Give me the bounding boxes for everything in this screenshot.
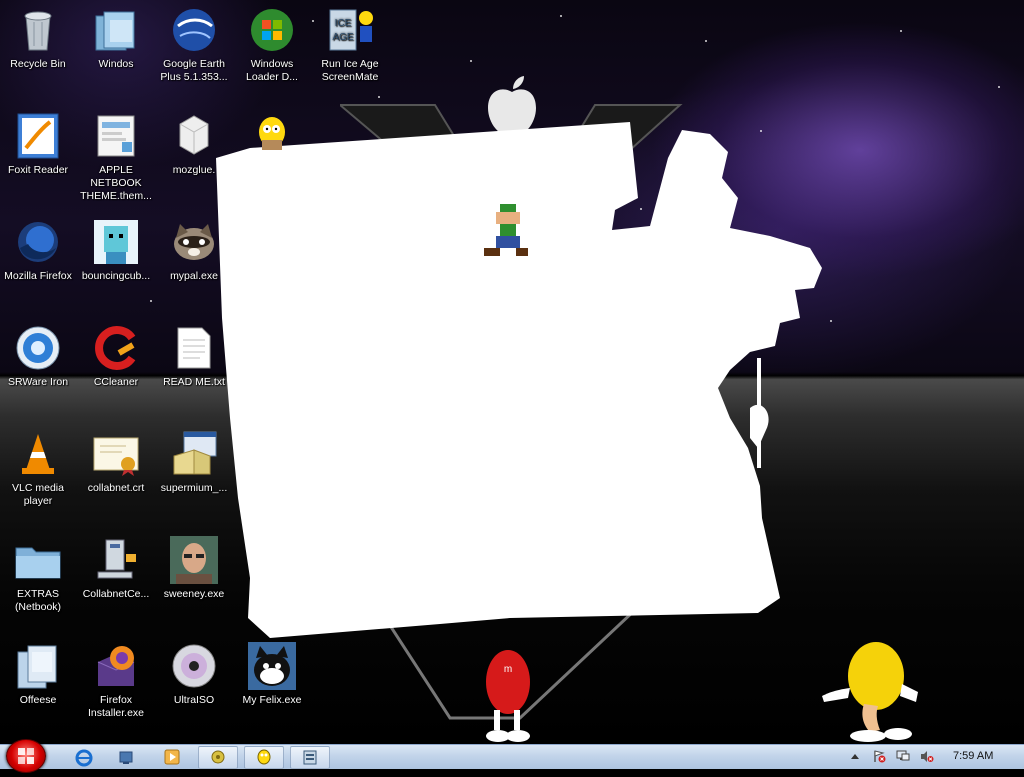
desktop-icon-windows-loader[interactable]: Windows Loader D... — [234, 6, 310, 84]
red-mm-character: m — [486, 650, 530, 742]
show-desktop-icon — [119, 751, 133, 764]
srware-iron-icon — [14, 324, 62, 372]
desktop-icon-extras-netbook[interactable]: EXTRAS (Netbook) — [0, 536, 76, 614]
quick-launch-internet-explorer[interactable] — [64, 746, 104, 769]
vlc-cone-icon — [14, 430, 62, 478]
desktop-icon-my-felix[interactable]: My Felix.exe — [234, 642, 310, 707]
installer-box-icon — [170, 430, 218, 478]
media-player-icon — [164, 749, 180, 765]
documents-icon — [14, 642, 62, 690]
homer-simpson-sprite — [259, 117, 285, 150]
desktop-icon-ccleaner[interactable]: CCleaner — [78, 324, 154, 389]
firefox-icon — [14, 218, 62, 266]
desktop-icon-foxit-reader[interactable]: Foxit Reader — [0, 112, 76, 177]
folder-blue-icon — [14, 536, 62, 584]
recycle-bin-icon — [14, 6, 62, 54]
desktop-icon-mozilla-firefox[interactable]: Mozilla Firefox — [0, 218, 76, 283]
desktop-icon-apple-netbook-theme[interactable]: APPLE NETBOOK THEME.them... — [78, 112, 154, 203]
tray-action-center[interactable] — [872, 750, 886, 763]
luigi-sprite — [484, 204, 528, 256]
internet-explorer-icon — [75, 749, 93, 767]
desktop-icon-ultraiso[interactable]: UltraISO — [156, 642, 232, 707]
show-hidden-arrow-icon — [851, 754, 859, 759]
show-hidden-icons-button[interactable] — [848, 750, 862, 763]
dll-file-icon — [170, 112, 218, 160]
yellow-mm-character — [822, 642, 918, 742]
desktop-icon-readme-txt[interactable]: READ ME.txt — [156, 324, 232, 389]
desktop-icon-vlc[interactable]: VLC media player — [0, 430, 76, 508]
desktop-icon-windos[interactable]: Windos — [78, 6, 154, 71]
taskbar-task-homer[interactable] — [244, 746, 284, 769]
desktop-icon-mypal[interactable]: mypal.exe — [156, 218, 232, 283]
taskbar-task-screenmate[interactable] — [198, 746, 238, 769]
volume-muted-icon — [921, 751, 934, 762]
svg-text:m: m — [504, 664, 512, 675]
quick-launch-media-player[interactable] — [152, 746, 192, 769]
action-center-icon — [874, 750, 886, 763]
desktop-icon-run-ice-age[interactable]: ICE AGE Run Ice Age ScreenMate — [312, 6, 388, 84]
taskbar: 7:59 AM — [0, 739, 1024, 773]
network-icon — [896, 750, 910, 761]
desktop[interactable]: m Recycle Bin Windos Google Earth Plus 5… — [0, 0, 1024, 744]
firefox-installer-icon — [92, 642, 140, 690]
homer-task-icon — [257, 749, 271, 765]
desktop-icon-firefox-installer[interactable]: Firefox Installer.exe — [78, 642, 154, 720]
felix-cat-icon — [248, 642, 296, 690]
quick-launch-show-desktop[interactable] — [106, 746, 146, 769]
text-file-icon — [170, 324, 218, 372]
ultraiso-disc-icon — [170, 642, 218, 690]
desktop-icon-google-earth[interactable]: Google Earth Plus 5.1.353... — [156, 6, 232, 84]
desktop-icon-collabnetce[interactable]: CollabnetCe... — [78, 536, 154, 601]
bouncing-cube-icon — [92, 218, 140, 266]
google-earth-icon — [170, 6, 218, 54]
raccoon-icon — [170, 218, 218, 266]
tray-volume[interactable] — [920, 750, 934, 763]
certificate-icon — [92, 430, 140, 478]
screenmate-task-icon — [211, 750, 225, 764]
windows-orb-icon — [248, 6, 296, 54]
ccleaner-icon — [92, 324, 140, 372]
svg-text:ICE: ICE — [335, 18, 352, 29]
desktop-icon-offeese[interactable]: Offeese — [0, 642, 76, 707]
taskbar-clock[interactable]: 7:59 AM — [953, 750, 993, 762]
desktop-icon-srware-iron[interactable]: SRWare Iron — [0, 324, 76, 389]
desktop-icon-collabnet-crt[interactable]: collabnet.crt — [78, 430, 154, 495]
photo-person-icon — [170, 536, 218, 584]
start-orb-icon — [18, 748, 34, 764]
desktop-icon-bouncingcube[interactable]: bouncingcub... — [78, 218, 154, 283]
screenmate-white-blob — [216, 122, 822, 638]
ice-age-task-icon — [303, 750, 317, 765]
ice-age-icon: ICE AGE — [326, 6, 374, 54]
desktop-icon-sweeney[interactable]: sweeney.exe — [156, 536, 232, 601]
taskbar-task-ice-age[interactable] — [290, 746, 330, 769]
desktop-icon-recycle-bin[interactable]: Recycle Bin — [0, 6, 76, 71]
theme-file-icon — [92, 112, 140, 160]
desktop-icon-supermium[interactable]: supermium_... — [156, 430, 232, 495]
svg-text:AGE: AGE — [332, 32, 353, 43]
foxit-reader-icon — [14, 112, 62, 160]
network-computer-icon — [92, 536, 140, 584]
desktop-icon-mozglue[interactable]: mozglue. — [156, 112, 232, 177]
tray-network[interactable] — [896, 750, 910, 763]
folder-icon — [92, 6, 140, 54]
